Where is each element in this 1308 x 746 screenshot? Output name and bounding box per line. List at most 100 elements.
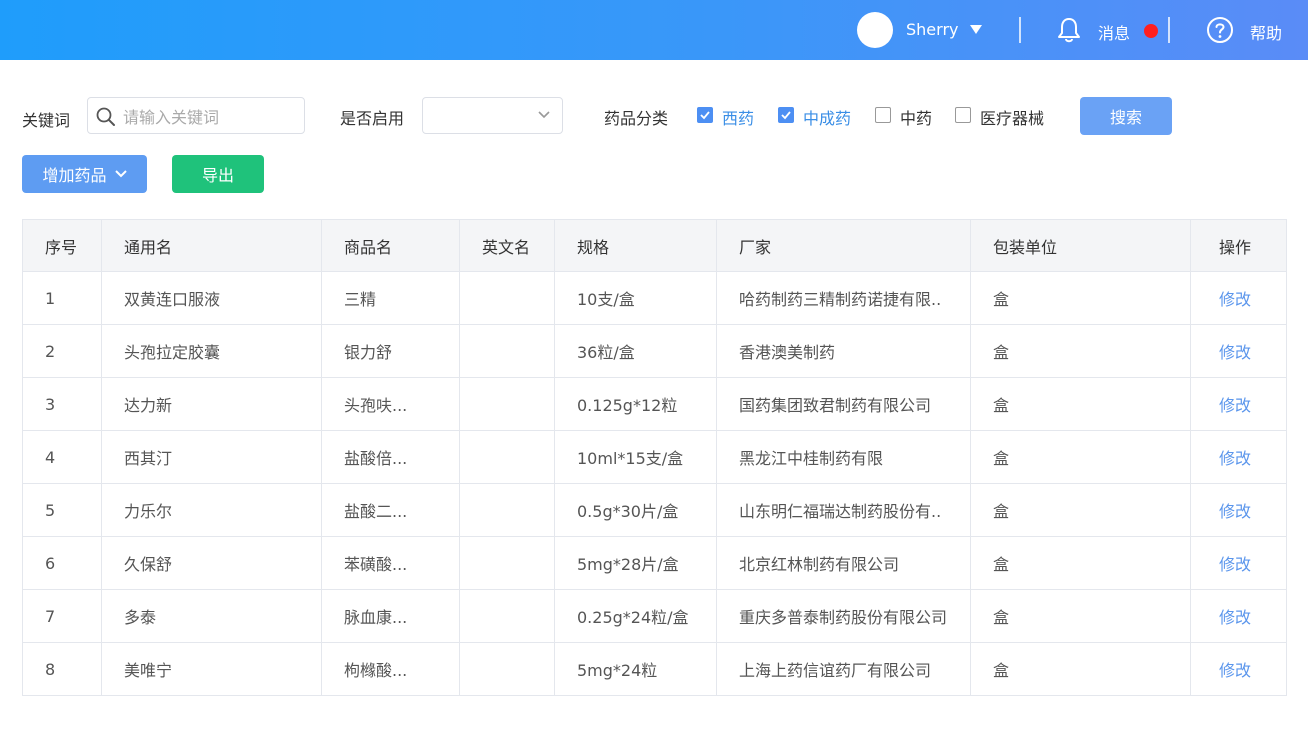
table-cell-english xyxy=(459,271,555,325)
checkmark-icon xyxy=(781,111,791,120)
add-drug-label: 增加药品 xyxy=(42,166,107,185)
bell-icon[interactable] xyxy=(1056,16,1082,44)
table-row: 3 达力新 头孢呋... 0.125g*12粒 国药集团致君制药有限公司盒修改 xyxy=(22,377,1287,431)
edit-link[interactable]: 修改 xyxy=(1190,642,1287,696)
table-cell-english xyxy=(459,642,555,696)
table-cell-english xyxy=(459,589,555,643)
edit-link[interactable]: 修改 xyxy=(1190,589,1287,643)
column-header: 序号 xyxy=(22,219,102,272)
enabled-label: 是否启用 xyxy=(340,109,405,128)
table-cell-spec: 5mg*24粒 xyxy=(554,642,717,696)
table-cell-id: 8 xyxy=(22,642,102,696)
category-option-label[interactable]: 医疗器械 xyxy=(980,105,1044,129)
table-cell-spec: 0.5g*30片/盒 xyxy=(554,483,717,537)
table-row: 6 久保舒 苯磺酸... 5mg*28片/盒 北京红林制药有限公司盒修改 xyxy=(22,536,1287,590)
enabled-select[interactable] xyxy=(422,97,563,134)
column-header: 厂家 xyxy=(716,219,971,272)
table-cell-unit: 盒 xyxy=(970,536,1191,590)
edit-link[interactable]: 修改 xyxy=(1190,324,1287,378)
table-cell-brand: 盐酸二... xyxy=(321,483,460,537)
table-row: 4 西其汀 盐酸倍... 10ml*15支/盒 黑龙江中桂制药有限盒修改 xyxy=(22,430,1287,484)
keyword-input[interactable] xyxy=(121,104,303,130)
edit-link[interactable]: 修改 xyxy=(1190,536,1287,590)
table-cell-maker: 山东明仁福瑞达制药股份有.. xyxy=(716,483,971,537)
table-cell-unit: 盒 xyxy=(970,642,1191,696)
username[interactable]: Sherry xyxy=(906,20,958,39)
search-button-label: 搜索 xyxy=(1109,108,1142,127)
category-option-label[interactable]: 中药 xyxy=(900,105,932,129)
export-button[interactable]: 导出 xyxy=(172,155,264,193)
table-cell-unit: 盒 xyxy=(970,377,1191,431)
table-cell-spec: 0.25g*24粒/盒 xyxy=(554,589,717,643)
table-cell-spec: 36粒/盒 xyxy=(554,324,717,378)
table-cell-maker: 国药集团致君制药有限公司 xyxy=(716,377,971,431)
checkbox-medical-device[interactable] xyxy=(955,107,971,123)
table-cell-unit: 盒 xyxy=(970,430,1191,484)
edit-link[interactable]: 修改 xyxy=(1190,483,1287,537)
table-cell-maker: 哈药制药三精制药诺捷有限.. xyxy=(716,271,971,325)
column-header: 英文名 xyxy=(459,219,555,272)
table-cell-unit: 盒 xyxy=(970,483,1191,537)
column-header: 规格 xyxy=(554,219,717,272)
table-cell-id: 5 xyxy=(22,483,102,537)
table-cell-english xyxy=(459,430,555,484)
checkbox-western-medicine[interactable] xyxy=(697,107,713,123)
checkbox-chinese-medicine[interactable] xyxy=(875,107,891,123)
table-cell-english xyxy=(459,536,555,590)
table-cell-spec: 0.125g*12粒 xyxy=(554,377,717,431)
table-body: 1 双黄连口服液 三精 10支/盒 哈药制药三精制药诺捷有限.. 盒修改 2 头孢拉定胶囊 银力… xyxy=(22,271,1287,696)
table-cell-maker: 上海上药信谊药厂有限公司 xyxy=(716,642,971,696)
table-cell-unit: 盒 xyxy=(970,324,1191,378)
table-cell-id: 4 xyxy=(22,430,102,484)
chevron-down-icon xyxy=(538,111,550,119)
category-option-label[interactable]: 中成药 xyxy=(803,105,851,129)
edit-link[interactable]: 修改 xyxy=(1190,377,1287,431)
table-cell-english xyxy=(459,483,555,537)
export-label: 导出 xyxy=(201,166,234,185)
help-circle-icon[interactable] xyxy=(1206,16,1234,44)
table-cell-generic: 头孢拉定胶囊 xyxy=(101,324,322,378)
messages-link[interactable]: 消息 xyxy=(1098,20,1130,44)
table-cell-generic: 西其汀 xyxy=(101,430,322,484)
table-cell-spec: 10ml*15支/盒 xyxy=(554,430,717,484)
table-cell-brand: 盐酸倍... xyxy=(321,430,460,484)
category-option-label[interactable]: 西药 xyxy=(722,105,754,129)
table-row: 7 多泰 脉血康... 0.25g*24粒/盒 重庆多普泰制药股份有限公司盒修改 xyxy=(22,589,1287,643)
column-header: 通用名 xyxy=(101,219,322,272)
table-cell-id: 2 xyxy=(22,324,102,378)
table-row: 8 美唯宁 枸橼酸... 5mg*24粒 上海上药信谊药厂有限公司盒修改 xyxy=(22,642,1287,696)
edit-link[interactable]: 修改 xyxy=(1190,430,1287,484)
category-label: 药品分类 xyxy=(604,109,669,128)
checkbox-chinese-patent-medicine[interactable] xyxy=(778,107,794,123)
table-cell-brand: 银力舒 xyxy=(321,324,460,378)
table-cell-english xyxy=(459,324,555,378)
caret-down-icon[interactable] xyxy=(970,25,982,34)
header-divider xyxy=(1019,17,1021,43)
avatar[interactable] xyxy=(857,12,893,48)
column-header: 商品名 xyxy=(321,219,460,272)
checkmark-icon xyxy=(700,111,710,120)
keyword-search-field[interactable] xyxy=(87,97,305,134)
edit-link[interactable]: 修改 xyxy=(1190,271,1287,325)
notification-dot xyxy=(1144,24,1158,38)
table-cell-generic: 久保舒 xyxy=(101,536,322,590)
help-link[interactable]: 帮助 xyxy=(1250,20,1282,44)
add-drug-button[interactable]: 增加药品 xyxy=(22,155,147,193)
table-cell-generic: 力乐尔 xyxy=(101,483,322,537)
table-cell-english xyxy=(459,377,555,431)
search-icon xyxy=(96,107,115,126)
table-cell-spec: 10支/盒 xyxy=(554,271,717,325)
table-cell-maker: 重庆多普泰制药股份有限公司 xyxy=(716,589,971,643)
table-cell-id: 6 xyxy=(22,536,102,590)
header-divider xyxy=(1168,17,1170,43)
table-cell-generic: 多泰 xyxy=(101,589,322,643)
table-header-row: 序号 通用名 商品名 英文名 规格 厂家 包装单位 操作 xyxy=(22,219,1287,272)
table-cell-maker: 香港澳美制药 xyxy=(716,324,971,378)
table-cell-id: 3 xyxy=(22,377,102,431)
table-cell-brand: 头孢呋... xyxy=(321,377,460,431)
table-cell-brand: 枸橼酸... xyxy=(321,642,460,696)
chevron-down-icon xyxy=(114,170,127,178)
table-cell-brand: 苯磺酸... xyxy=(321,536,460,590)
table-cell-generic: 达力新 xyxy=(101,377,322,431)
search-button[interactable]: 搜索 xyxy=(1080,97,1172,135)
